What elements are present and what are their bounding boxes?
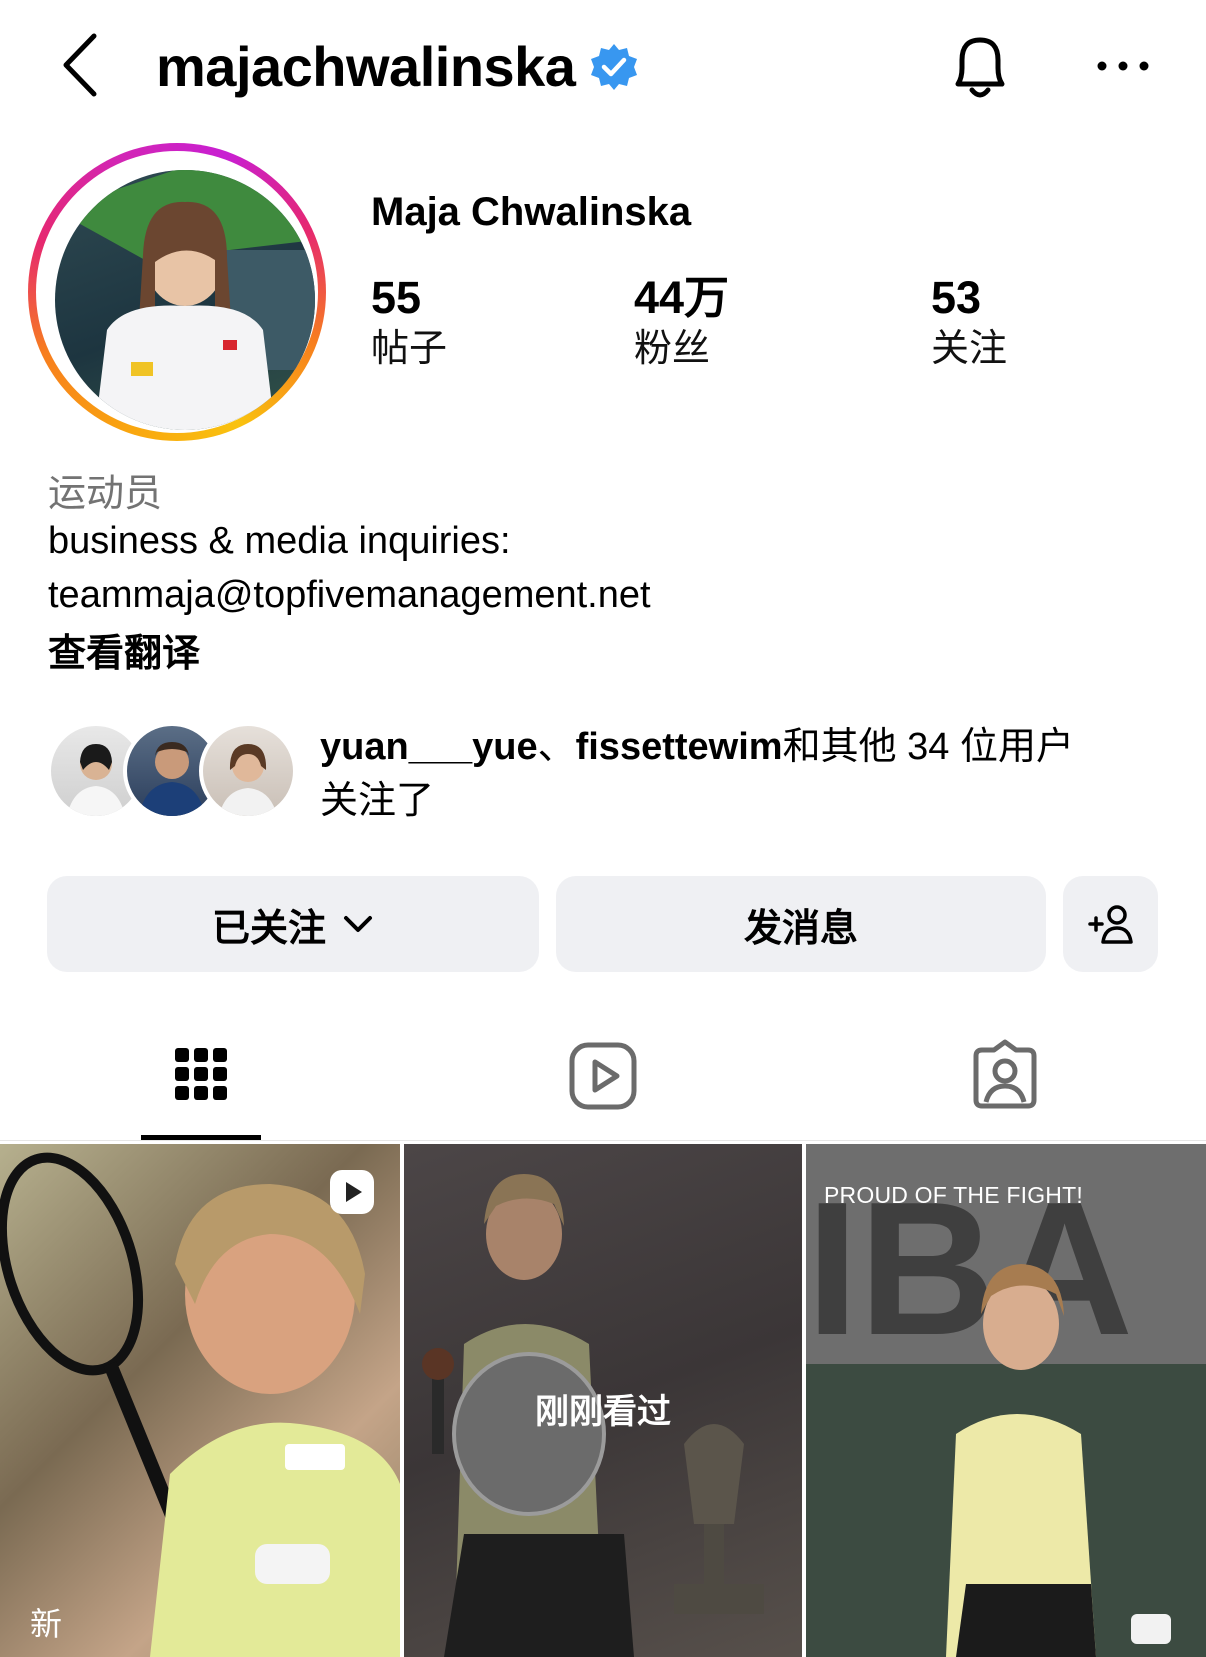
message-button[interactable]: 发消息 bbox=[556, 876, 1046, 972]
profile-category: 运动员 bbox=[48, 473, 163, 515]
suggest-people-button[interactable] bbox=[1063, 876, 1158, 972]
following-label: 关注 bbox=[931, 328, 1008, 370]
followers-label: 粉丝 bbox=[634, 328, 711, 370]
bio-line: business & media inquiries: bbox=[48, 520, 511, 562]
notification-bell-icon[interactable] bbox=[944, 28, 1016, 104]
following-count-stat[interactable]: 53 关注 bbox=[931, 272, 1007, 374]
profile-avatar-story-ring[interactable] bbox=[28, 143, 326, 441]
posts-grid: 新 刚刚看过 IBA PROUD OF THE FIGHT! bbox=[0, 1144, 1206, 1657]
see-translation-link[interactable]: 查看翻译 bbox=[48, 622, 200, 677]
grid-icon bbox=[175, 1048, 227, 1100]
tab-tagged[interactable] bbox=[945, 1030, 1065, 1140]
profile-tabs bbox=[0, 1030, 1206, 1140]
posts-count-stat[interactable]: 55 帖子 bbox=[371, 272, 447, 374]
post-caption-overlay: PROUD OF THE FIGHT! bbox=[824, 1182, 1083, 1208]
following-label: 已关注 bbox=[211, 907, 326, 950]
mutual-avatar bbox=[199, 722, 297, 820]
post-image bbox=[0, 1152, 400, 1657]
post-thumbnail[interactable]: 新 bbox=[0, 1144, 400, 1657]
post-thumbnail[interactable]: 刚刚看过 bbox=[404, 1144, 802, 1657]
mutual-separator: 、 bbox=[537, 726, 576, 768]
followers-count-stat[interactable]: 44万 粉丝 bbox=[634, 272, 729, 374]
following-button[interactable]: 已关注 bbox=[47, 876, 539, 972]
mutual-suffix: 关注了 bbox=[320, 780, 435, 822]
bio-email[interactable]: teammaja@topfivemanagement.net bbox=[48, 568, 651, 622]
post-thumbnail[interactable]: IBA PROUD OF THE FIGHT! bbox=[806, 1144, 1206, 1657]
profile-username-header: majachwalinska bbox=[156, 34, 639, 99]
mutual-others: 和其他 34 位用户 bbox=[782, 726, 1074, 768]
reel-icon bbox=[330, 1170, 374, 1214]
chevron-down-icon bbox=[344, 916, 372, 932]
reels-icon bbox=[569, 1042, 637, 1110]
back-arrow-icon[interactable] bbox=[58, 30, 108, 100]
mutual-user-2: fissettewim bbox=[575, 726, 783, 768]
display-name: Maja Chwalinska bbox=[371, 190, 692, 234]
recently-viewed-overlay: 刚刚看过 bbox=[535, 1393, 671, 1431]
new-post-label: 新 bbox=[30, 1606, 63, 1642]
profile-bio: business & media inquiries: teammaja@top… bbox=[48, 514, 651, 622]
tab-posts-grid[interactable] bbox=[141, 1030, 261, 1140]
tabs-divider bbox=[0, 1140, 1206, 1141]
profile-avatar bbox=[55, 170, 315, 430]
top-bar: majachwalinska bbox=[0, 0, 1206, 135]
posts-label: 帖子 bbox=[371, 328, 448, 370]
post-image: IBA bbox=[806, 1144, 1206, 1657]
username: majachwalinska bbox=[156, 35, 576, 98]
verified-badge-icon bbox=[591, 43, 638, 90]
tagged-icon bbox=[973, 1039, 1037, 1109]
following-count: 53 bbox=[931, 272, 982, 323]
mutual-user-1: yuan___yue bbox=[320, 726, 538, 768]
tab-reels[interactable] bbox=[543, 1030, 663, 1140]
followers-count: 44万 bbox=[634, 272, 730, 323]
mutual-followers-avatars[interactable] bbox=[47, 722, 297, 820]
mutual-followers-text[interactable]: yuan___yue、fissettewim和其他 34 位用户 关注了 bbox=[320, 720, 1180, 828]
message-label: 发消息 bbox=[743, 907, 858, 950]
add-person-icon bbox=[1087, 905, 1133, 944]
posts-count: 55 bbox=[371, 272, 422, 323]
more-options-icon[interactable] bbox=[1094, 46, 1152, 86]
